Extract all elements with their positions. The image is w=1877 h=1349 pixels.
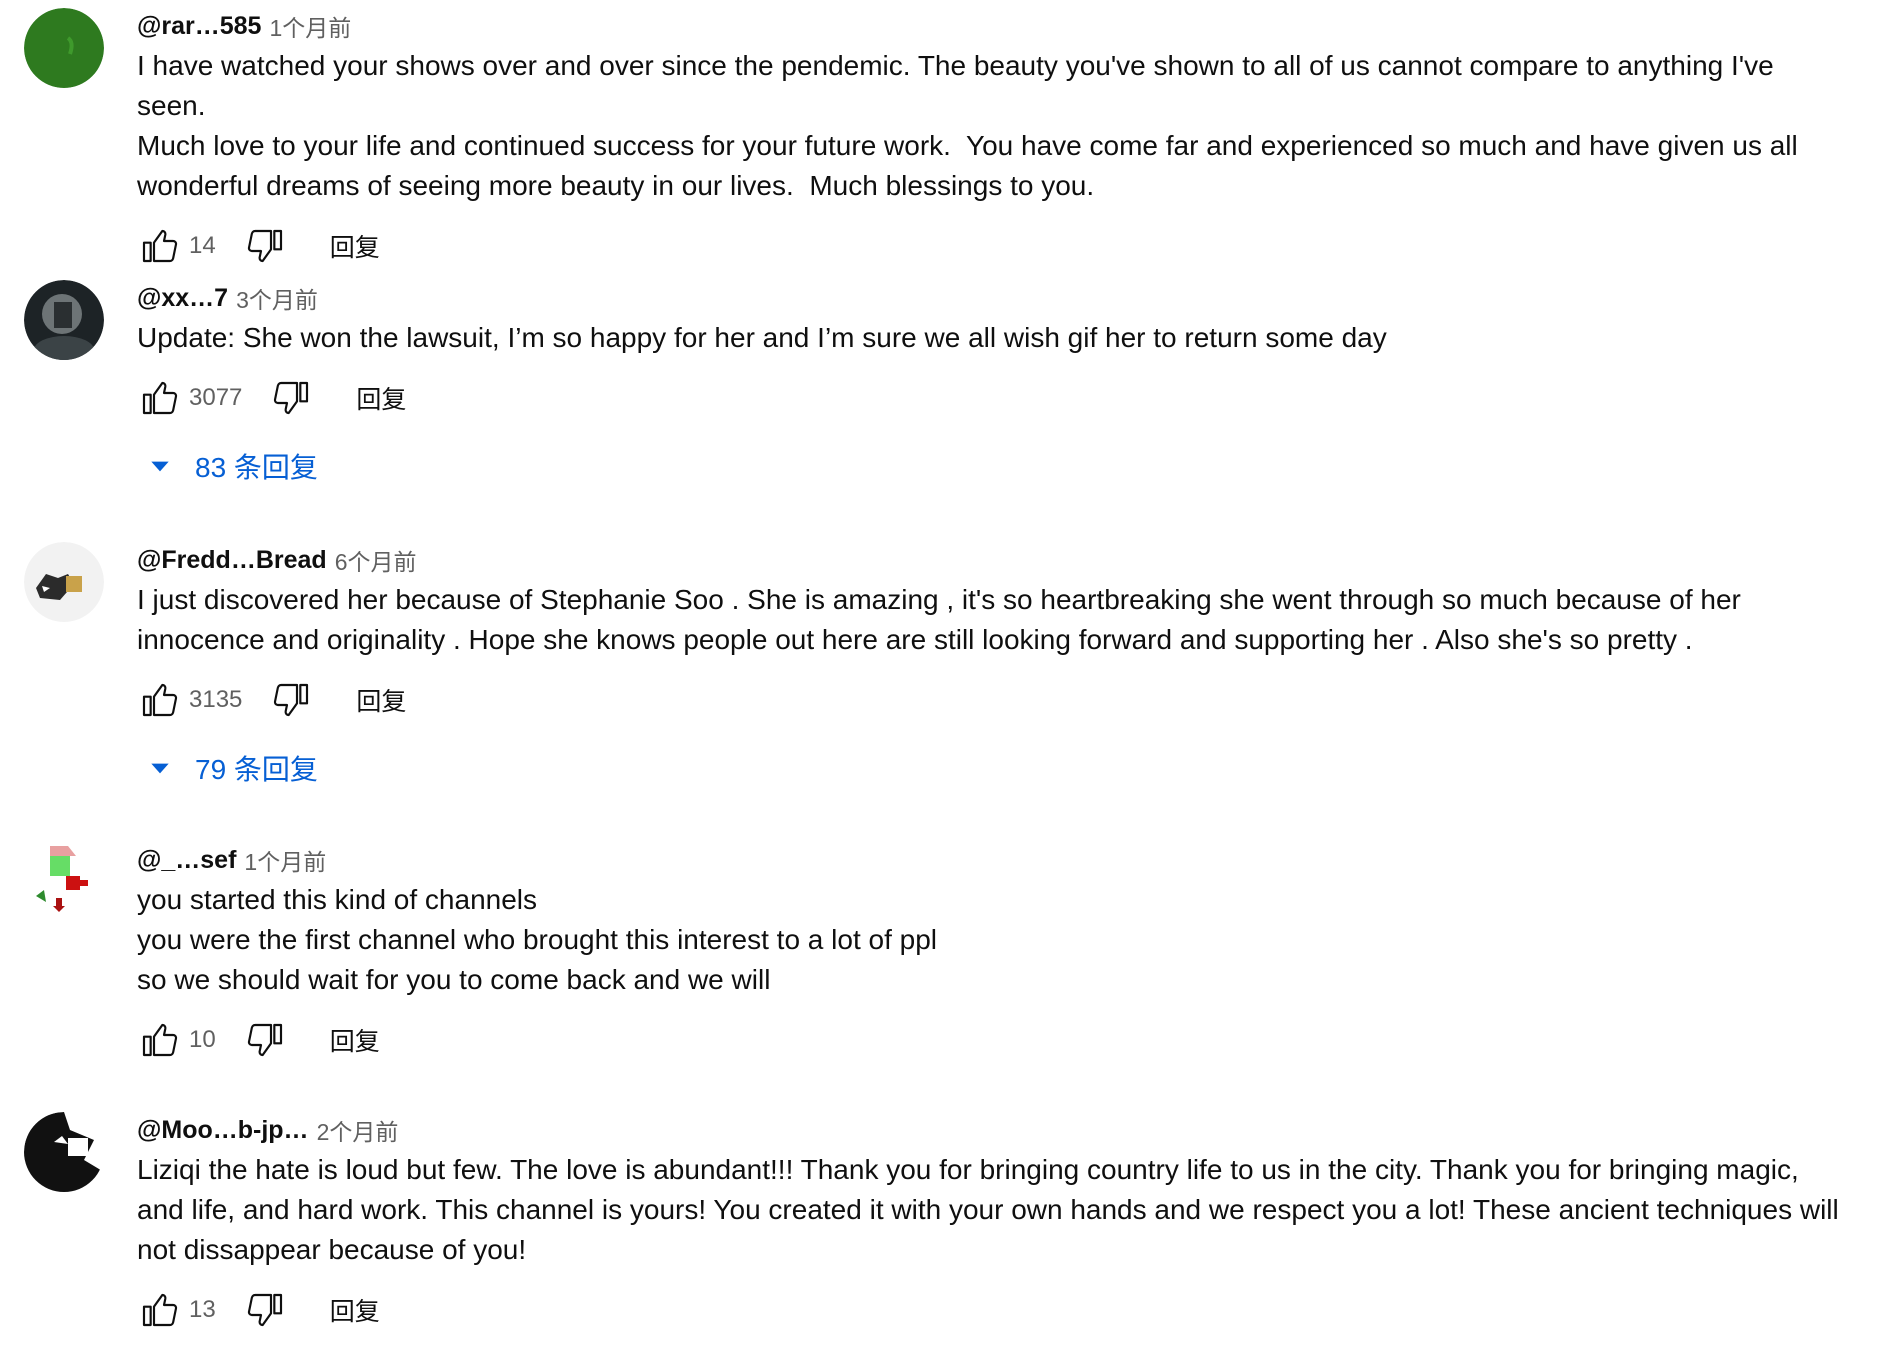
comment-author[interactable]: @_…sef bbox=[137, 846, 236, 875]
reply-button[interactable]: 回复 bbox=[330, 228, 380, 264]
caret-down-icon bbox=[151, 461, 169, 472]
like-count: 13 bbox=[189, 1296, 216, 1323]
like-icon[interactable] bbox=[137, 376, 181, 420]
comment-text: I have watched your shows over and over … bbox=[137, 50, 1798, 201]
comment-text: Update: She won the lawsuit, I’m so happ… bbox=[137, 322, 1387, 353]
comment-author[interactable]: @Fredd…Bread bbox=[137, 546, 327, 575]
view-replies-button[interactable]: 83 条回复 bbox=[137, 444, 1849, 488]
comment-time[interactable]: 3个月前 bbox=[236, 281, 318, 315]
reply-button[interactable]: 回复 bbox=[330, 1292, 380, 1328]
dislike-icon[interactable] bbox=[244, 1018, 288, 1062]
reply-button[interactable]: 回复 bbox=[356, 682, 406, 718]
like-count: 14 bbox=[189, 232, 216, 259]
comment-text: I just discovered her because of Stephan… bbox=[137, 584, 1741, 655]
comment-text: you started this kind of channels you we… bbox=[137, 884, 938, 995]
like-count: 3135 bbox=[189, 686, 243, 713]
like-icon[interactable] bbox=[137, 1018, 181, 1062]
like-icon[interactable] bbox=[137, 1288, 181, 1332]
green-circle-avatar-icon[interactable] bbox=[24, 8, 104, 88]
like-icon[interactable] bbox=[137, 678, 181, 722]
dislike-icon[interactable] bbox=[270, 678, 314, 722]
dislike-icon[interactable] bbox=[244, 1288, 288, 1332]
comment-author[interactable]: @rar…585 bbox=[137, 12, 261, 41]
like-icon[interactable] bbox=[137, 224, 181, 268]
pixel-flag-avatar-icon[interactable] bbox=[24, 842, 104, 922]
comment-time[interactable]: 1个月前 bbox=[269, 9, 351, 43]
comment-author[interactable]: @xx…7 bbox=[137, 284, 228, 313]
dislike-icon[interactable] bbox=[244, 224, 288, 268]
bw-art-avatar-icon[interactable] bbox=[24, 1112, 104, 1192]
view-replies-button[interactable]: 79 条回复 bbox=[137, 746, 1849, 790]
comment-text: Liziqi the hate is loud but few. The lov… bbox=[137, 1154, 1839, 1265]
caret-down-icon bbox=[151, 763, 169, 774]
like-count: 10 bbox=[189, 1026, 216, 1053]
comment-time[interactable]: 6个月前 bbox=[335, 543, 417, 577]
replies-count: 79 条回复 bbox=[195, 754, 318, 785]
dark-photo-avatar-icon[interactable] bbox=[24, 280, 104, 360]
comment-time[interactable]: 1个月前 bbox=[244, 843, 326, 877]
like-count: 3077 bbox=[189, 384, 243, 411]
comment-author[interactable]: @Moo…b-jp… bbox=[137, 1116, 309, 1145]
reply-button[interactable]: 回复 bbox=[356, 380, 406, 416]
cat-avatar-icon[interactable] bbox=[24, 542, 104, 622]
replies-count: 83 条回复 bbox=[195, 452, 318, 483]
reply-button[interactable]: 回复 bbox=[330, 1022, 380, 1058]
dislike-icon[interactable] bbox=[270, 376, 314, 420]
comment-time[interactable]: 2个月前 bbox=[317, 1113, 399, 1147]
